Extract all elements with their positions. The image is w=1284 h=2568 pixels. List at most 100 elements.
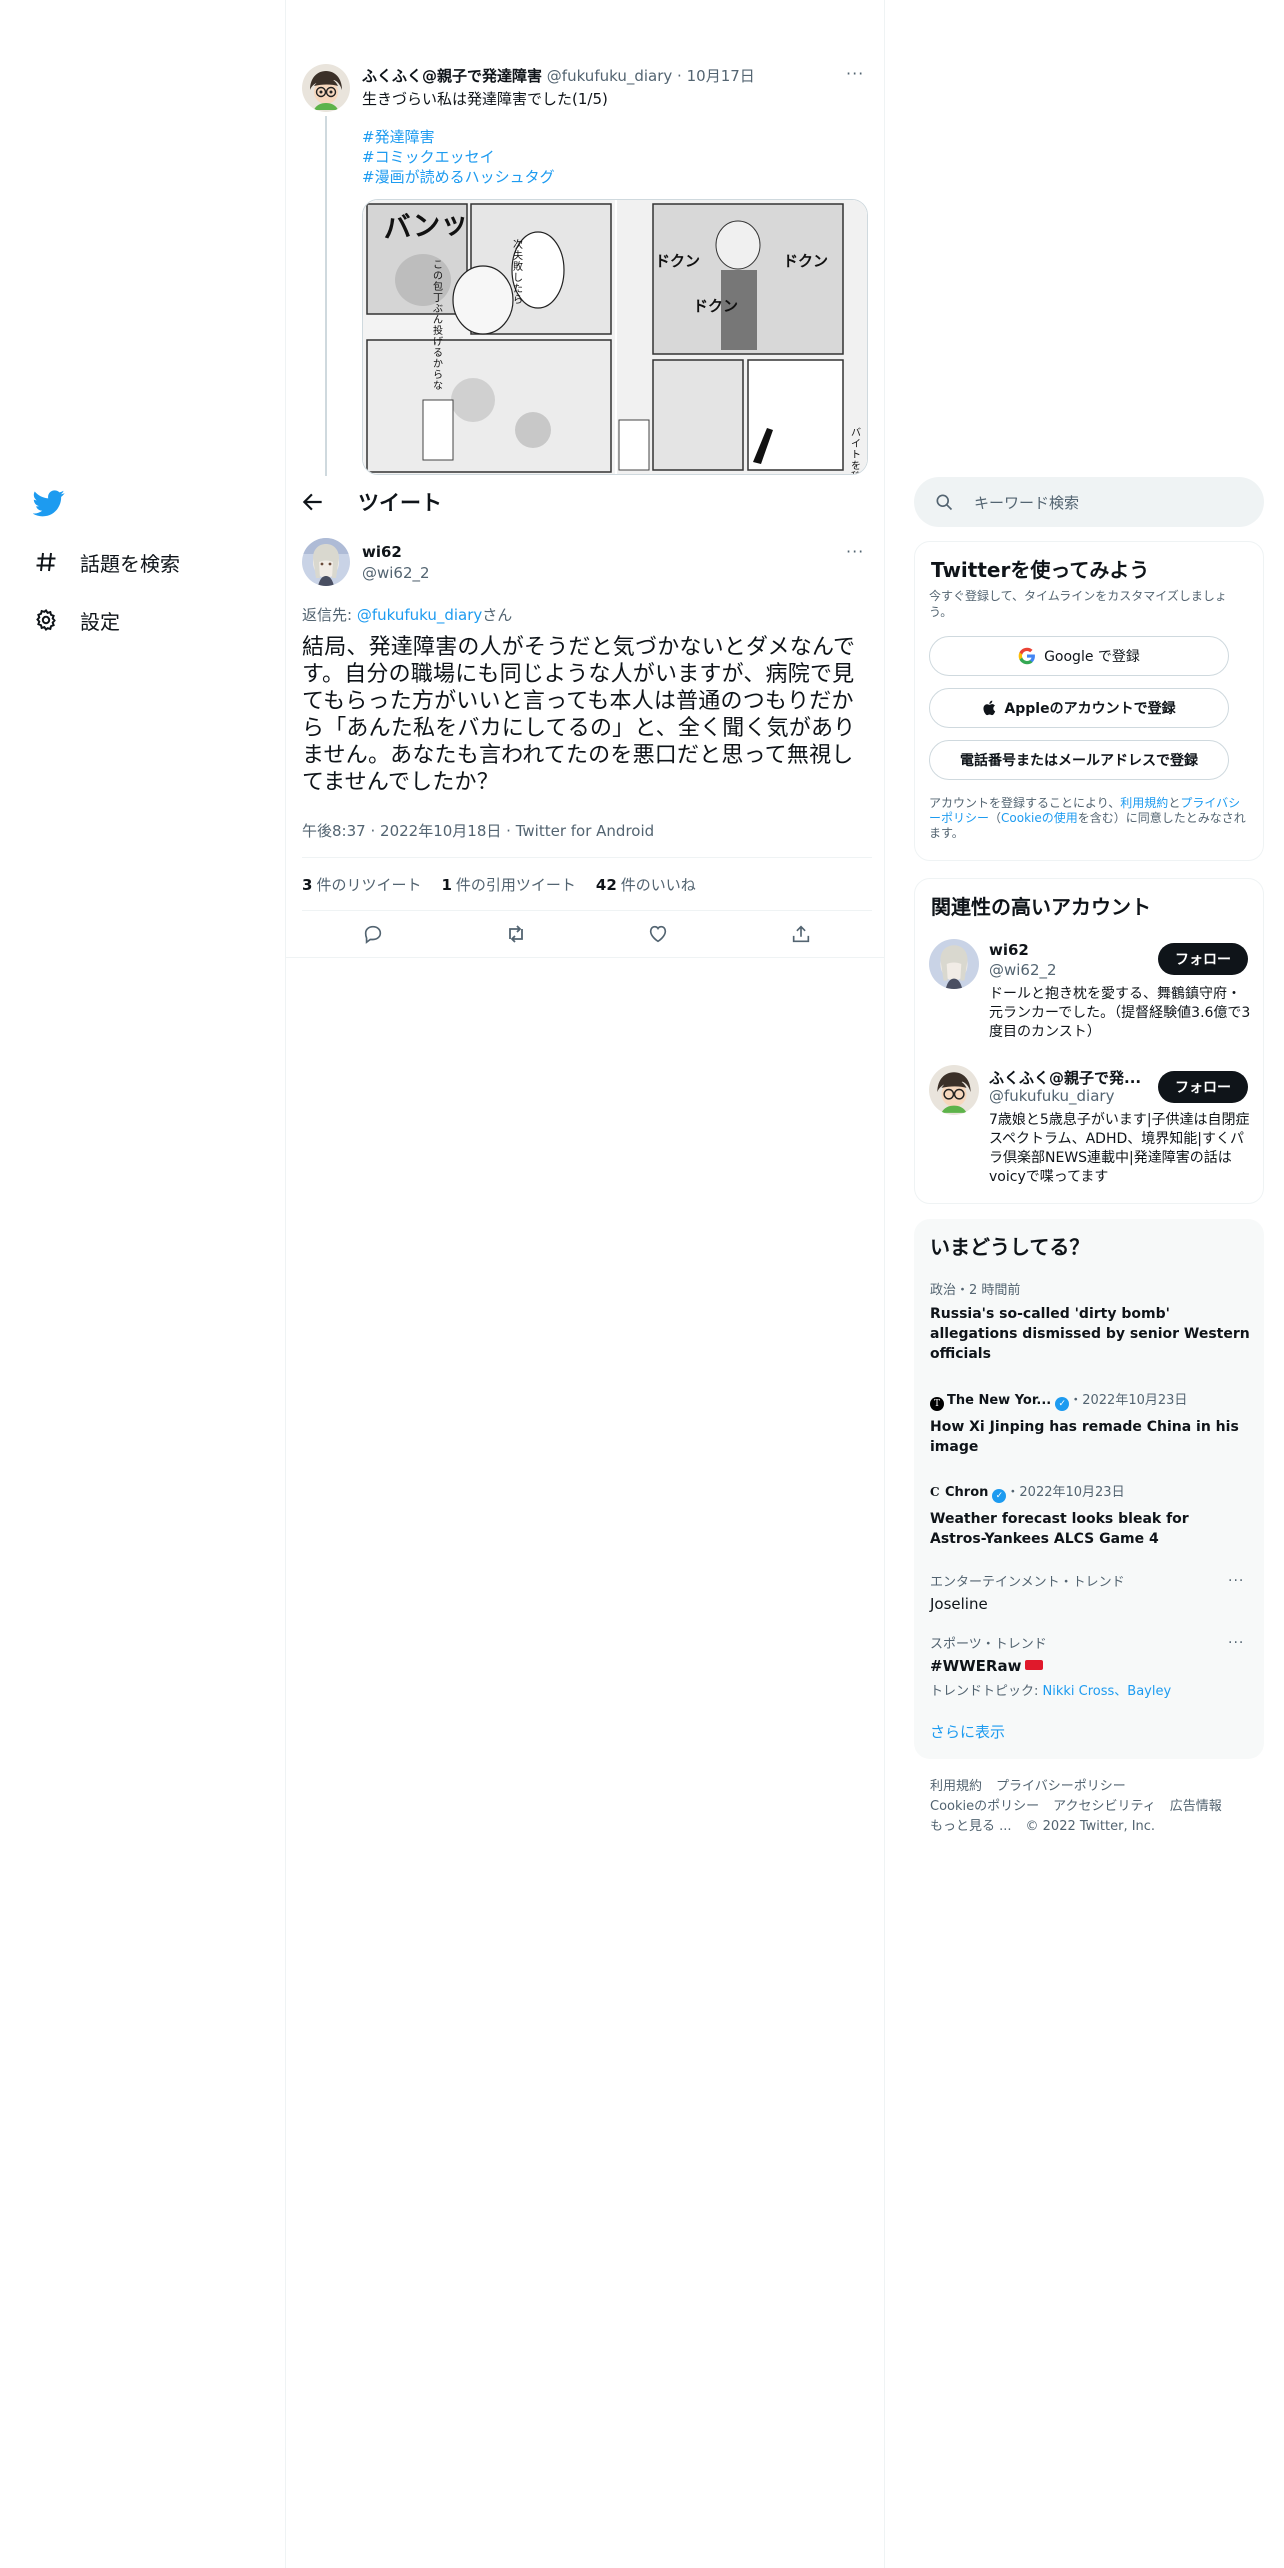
manga-caption-text: バイトを辞 xyxy=(851,428,861,474)
search-icon xyxy=(934,492,954,512)
retweet-count-link[interactable]: 3 件のリツイート xyxy=(302,874,421,895)
divider xyxy=(302,910,872,911)
avatar[interactable] xyxy=(929,1065,979,1115)
account-bio: 7歳娘と5歳息子がいます|子供達は自閉症スペクトラム、ADHD、境界知能|すくパ… xyxy=(989,1112,1250,1185)
parent-tweet-date[interactable]: 10月17日 xyxy=(687,67,755,85)
trends-title: いまどうしてる？ xyxy=(930,1235,1090,1259)
relevant-accounts-card: 関連性の高いアカウント wi62 @wi62_2 フォロー ドールと抱き枕を愛す… xyxy=(914,878,1264,1204)
parent-tweet-more-icon[interactable]: ··· xyxy=(846,64,864,83)
trend-item[interactable]: スポーツ・トレンド #WWERaw トレンドトピック: Nikki Cross、… xyxy=(930,1633,1250,1699)
focused-tweet-name[interactable]: wi62 xyxy=(362,543,402,561)
follow-button[interactable]: フォロー xyxy=(1158,943,1248,975)
follow-button[interactable]: フォロー xyxy=(1158,1071,1248,1103)
footer-row: 利用規約 プライバシーポリシー xyxy=(930,1775,1140,1794)
tweet-time[interactable]: 午後8:37 xyxy=(302,822,366,840)
manga-sfx-text: ドクン xyxy=(655,252,701,270)
account-name[interactable]: ふくふく@親子で発... xyxy=(989,1067,1149,1088)
tweet-date[interactable]: 2022年10月18日 xyxy=(380,822,501,840)
parent-tweet-media[interactable]: バンッ 次失敗したら この包丁ぶん投げるからな ドクン ドクン ドクン バイトを… xyxy=(362,199,868,475)
phone-email-signup-button[interactable]: 電話番号またはメールアドレスで登録 xyxy=(929,740,1229,780)
show-more-link[interactable]: さらに表示 xyxy=(930,1721,1005,1742)
like-heart-icon[interactable] xyxy=(646,922,670,946)
parent-tweet-handle[interactable]: @fukufuku_diary xyxy=(547,67,672,85)
nav-explore[interactable]: 話題を検索 xyxy=(32,542,180,582)
signup-card: Twitterを使ってみよう 今すぐ登録して、タイムラインをカスタマイズしましょ… xyxy=(914,541,1264,861)
tweet-stats: 3 件のリツイート 1 件の引用ツイート 42 件のいいね xyxy=(302,874,696,895)
footer-link[interactable]: アクセシビリティ xyxy=(1053,1799,1156,1814)
copyright: © 2022 Twitter, Inc. xyxy=(1025,1819,1156,1834)
reply-to-link[interactable]: @fukufuku_diary xyxy=(357,606,482,624)
page-title: ツイート xyxy=(358,491,442,515)
trend-more-icon[interactable]: ··· xyxy=(1228,1573,1244,1589)
account-handle[interactable]: @fukufuku_diary xyxy=(989,1087,1114,1105)
nav-explore-label: 話題を検索 xyxy=(80,551,180,576)
reply-to-line: 返信先: @fukufuku_diaryさん xyxy=(302,606,513,624)
hashtag-link[interactable]: #発達障害 xyxy=(362,126,435,147)
avatar[interactable] xyxy=(929,939,979,989)
account-bio: ドールと抱き枕を愛する、舞鶴鎮守府・元ランカーでした。（提督経験値3.6億で3度… xyxy=(989,986,1251,1040)
manga-sfx-text: ドクン xyxy=(783,252,829,270)
parent-tweet-avatar[interactable] xyxy=(302,64,350,112)
quote-count-link[interactable]: 1 件の引用ツイート xyxy=(441,874,575,895)
tweet-actions xyxy=(302,916,872,952)
footer-link[interactable]: Cookieのポリシー xyxy=(930,1799,1039,1814)
verified-badge-icon: ✓ xyxy=(1055,1397,1070,1411)
tweet-client[interactable]: Twitter for Android xyxy=(516,822,654,840)
account-handle[interactable]: @wi62_2 xyxy=(989,961,1057,979)
footer-more-link[interactable]: もっと見る ... xyxy=(930,1819,1012,1834)
hashtag-link[interactable]: #コミックエッセイ xyxy=(362,146,495,167)
parent-tweet-name[interactable]: ふくふく@親子で発達障害 xyxy=(362,67,542,85)
retweet-icon[interactable] xyxy=(504,922,528,946)
apple-signup-button[interactable]: Appleのアカウントで登録 xyxy=(929,688,1229,728)
divider xyxy=(302,857,872,858)
apple-logo-icon xyxy=(982,699,998,717)
google-signup-button[interactable]: Google で登録 xyxy=(929,636,1229,676)
parent-tweet-header: ふくふく@親子で発達障害 @fukufuku_diary · 10月17日 xyxy=(362,67,755,85)
trend-topics-link[interactable]: Nikki Cross、Bayley xyxy=(1043,1684,1172,1699)
trend-item[interactable]: エンターテインメント・トレンド Joseline xyxy=(930,1571,1250,1614)
signup-subtitle: 今すぐ登録して、タイムラインをカスタマイズしましょう。 xyxy=(929,589,1227,619)
focused-tweet-body: 結局、発達障害の人がそうだと気づかないとダメなんです。自分の職場にも同じような人… xyxy=(302,635,856,795)
parent-tweet-text: 生きづらい私は発達障害でした(1/5) xyxy=(362,90,608,108)
nyt-logo-icon: T xyxy=(930,1397,944,1411)
signup-terms: アカウントを登録することにより、利用規約とプライバシーポリシー（Cookieの使… xyxy=(929,796,1246,840)
account-name[interactable]: wi62 xyxy=(989,941,1029,959)
focused-tweet-avatar[interactable] xyxy=(302,538,350,586)
twitter-bird-icon[interactable] xyxy=(32,487,65,519)
manga-sfx-text: バンッ xyxy=(382,206,470,245)
chron-logo-icon: C xyxy=(930,1485,940,1499)
thread-connector-line xyxy=(325,116,327,476)
nav-settings-label: 設定 xyxy=(80,609,120,634)
focused-tweet-handle[interactable]: @wi62_2 xyxy=(362,564,430,582)
trend-more-icon[interactable]: ··· xyxy=(1228,1635,1244,1651)
relevant-title: 関連性の高いアカウント xyxy=(931,895,1151,919)
share-icon[interactable] xyxy=(789,922,813,946)
google-logo-icon xyxy=(1018,647,1036,665)
footer-link[interactable]: 広告情報 xyxy=(1170,1799,1222,1814)
timeline-right-border xyxy=(884,0,885,2568)
hashtag-icon xyxy=(32,548,60,576)
verified-badge-icon: ✓ xyxy=(992,1489,1007,1503)
search-placeholder: キーワード検索 xyxy=(974,493,1080,512)
focused-tweet-more-icon[interactable]: ··· xyxy=(846,542,864,561)
manga-bubble-text: この包丁ぶん投げるからな xyxy=(433,260,443,392)
hashtag-link[interactable]: #漫画が読めるハッシュタグ xyxy=(362,166,555,187)
trend-item[interactable]: C Chron ✓ ・2022年10月23日 Weather forecast loo… xyxy=(930,1481,1250,1549)
like-count-link[interactable]: 42 件のいいね xyxy=(596,874,696,895)
terms-link[interactable]: 利用規約 xyxy=(1120,796,1168,810)
timeline-left-border xyxy=(285,0,286,2568)
footer-link[interactable]: 利用規約 xyxy=(930,1779,982,1794)
focused-tweet-meta: 午後8:37 · 2022年10月18日 · Twitter for Andro… xyxy=(302,822,655,840)
search-input[interactable]: キーワード検索 xyxy=(914,477,1264,527)
footer-row: Cookieのポリシー アクセシビリティ 広告情報 xyxy=(930,1795,1236,1814)
trend-item[interactable]: 政治・2 時間前 Russia's so-called 'dirty bomb'… xyxy=(930,1279,1250,1364)
footer-link[interactable]: プライバシーポリシー xyxy=(996,1779,1126,1794)
reply-icon[interactable] xyxy=(361,922,385,946)
manga-sfx-text: ドクン xyxy=(693,297,739,315)
wwe-raw-hashflag-icon xyxy=(1025,1660,1044,1670)
trend-item[interactable]: T The New Yor... ✓ ・2022年10月23日 How Xi Jinp… xyxy=(930,1389,1250,1457)
nav-settings[interactable]: 設定 xyxy=(32,600,120,640)
back-arrow-icon[interactable] xyxy=(300,489,326,515)
cookie-link[interactable]: Cookieの使用 xyxy=(1001,811,1078,825)
manga-bubble-text: 次失敗したら xyxy=(513,240,523,306)
